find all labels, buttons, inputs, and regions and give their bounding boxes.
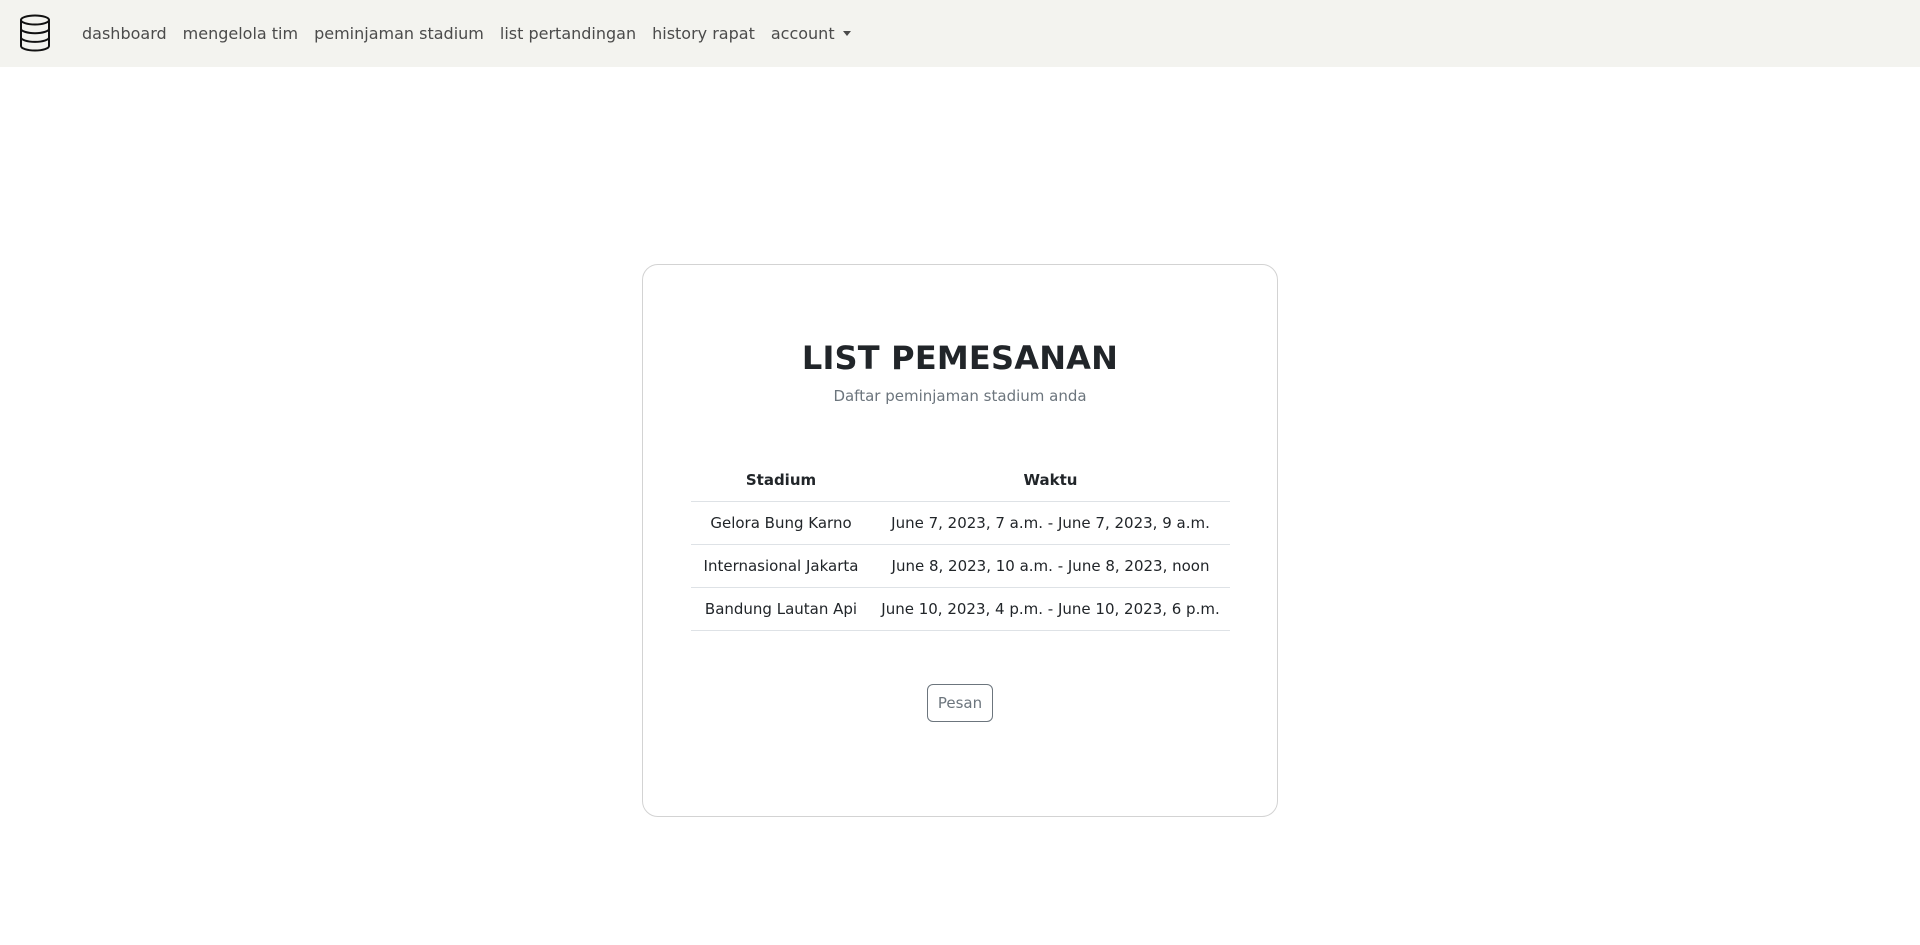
pesan-button[interactable]: Pesan <box>927 684 993 722</box>
nav-link-dashboard[interactable]: dashboard <box>82 24 175 43</box>
bookings-card: LIST PEMESANAN Daftar peminjaman stadium… <box>642 264 1278 817</box>
cell-stadium: Internasional Jakarta <box>691 544 871 588</box>
page-title: LIST PEMESANAN <box>801 339 1119 377</box>
nav-link-account-dropdown[interactable]: account <box>763 24 859 43</box>
table-row: Internasional Jakarta June 8, 2023, 10 a… <box>691 544 1230 588</box>
caret-down-icon <box>842 31 851 36</box>
page-subtitle: Daftar peminjaman stadium anda <box>833 387 1087 405</box>
nav-link-list-pertandingan[interactable]: list pertandingan <box>492 24 644 43</box>
table-row: Gelora Bung Karno June 7, 2023, 7 a.m. -… <box>691 501 1230 545</box>
column-header-waktu: Waktu <box>871 459 1230 502</box>
nav-link-peminjaman-stadium[interactable]: peminjaman stadium <box>306 24 492 43</box>
cell-stadium: Bandung Lautan Api <box>691 587 871 631</box>
nav-link-history-rapat[interactable]: history rapat <box>644 24 763 43</box>
nav-links: dashboard mengelola tim peminjaman stadi… <box>82 0 859 67</box>
cell-stadium: Gelora Bung Karno <box>691 501 871 545</box>
table-row: Bandung Lautan Api June 10, 2023, 4 p.m.… <box>691 587 1230 631</box>
cell-waktu: June 10, 2023, 4 p.m. - June 10, 2023, 6… <box>871 587 1230 631</box>
cell-waktu: June 8, 2023, 10 a.m. - June 8, 2023, no… <box>871 544 1230 588</box>
bookings-table: Stadium Waktu Gelora Bung Karno June 7, … <box>691 459 1230 631</box>
navbar: dashboard mengelola tim peminjaman stadi… <box>0 0 1920 67</box>
account-label: account <box>770 24 835 43</box>
column-header-stadium: Stadium <box>691 459 871 502</box>
table-header-row: Stadium Waktu <box>691 459 1230 502</box>
cell-waktu: June 7, 2023, 7 a.m. - June 7, 2023, 9 a… <box>871 501 1230 545</box>
database-icon[interactable] <box>18 14 52 52</box>
nav-link-mengelola-tim[interactable]: mengelola tim <box>175 24 306 43</box>
